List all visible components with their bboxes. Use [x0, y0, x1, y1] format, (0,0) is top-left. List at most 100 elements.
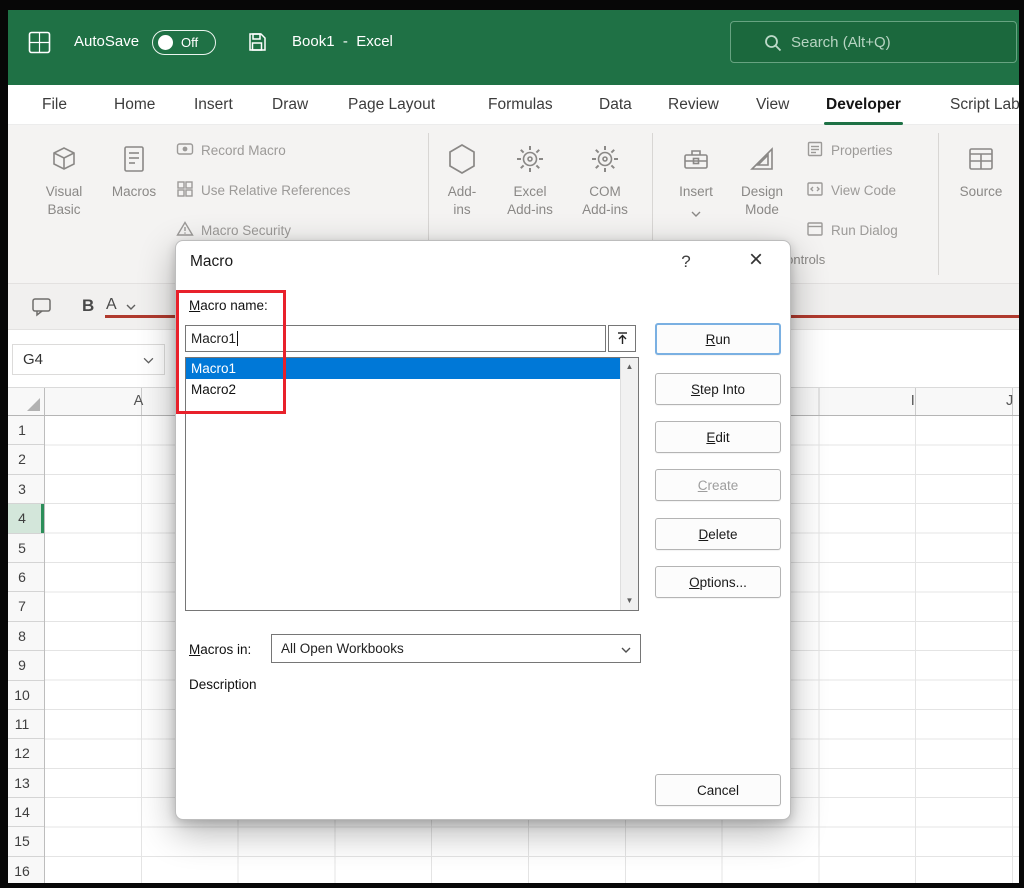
row-header-10[interactable]: 10 [0, 681, 44, 710]
row-header-7[interactable]: 7 [0, 592, 44, 621]
save-icon[interactable] [246, 31, 268, 58]
com-add-ins-button[interactable]: COM Add-ins [572, 135, 638, 257]
row-header-9[interactable]: 9 [0, 651, 44, 680]
select-all-triangle-icon [27, 398, 40, 411]
add-ins-hexagon-icon [443, 135, 481, 183]
search-box[interactable]: Search (Alt+Q) [730, 21, 1017, 63]
create-button[interactable]: Create [655, 469, 781, 501]
autosave-label: AutoSave [74, 33, 139, 50]
scroll-down-icon[interactable]: ▼ [621, 593, 638, 609]
chevron-down-icon[interactable] [126, 304, 136, 310]
tab-review[interactable]: Review [664, 85, 723, 125]
add-ins-button[interactable]: Add- ins [437, 135, 487, 257]
chevron-down-icon [621, 641, 631, 656]
row-header-13[interactable]: 13 [0, 769, 44, 798]
document-title: Book1 - Excel [292, 33, 393, 50]
delete-button[interactable]: Delete [655, 518, 781, 550]
options-button[interactable]: Options... [655, 566, 781, 598]
tab-draw[interactable]: Draw [268, 85, 312, 125]
arrow-up-from-line-button[interactable] [608, 325, 636, 352]
comment-icon[interactable] [30, 295, 54, 319]
tab-data[interactable]: Data [595, 85, 636, 125]
macros-in-dropdown[interactable]: All Open Workbooks [271, 634, 641, 663]
add-ins-label: Add- [448, 183, 477, 201]
row-header-4[interactable]: 4 [0, 504, 44, 533]
macros-in-label: Macros in: [189, 642, 251, 657]
insert-label: Insert [679, 183, 713, 201]
set-square-icon [745, 135, 779, 183]
visual-basic-icon [47, 135, 81, 183]
view-code-button[interactable]: View Code [806, 180, 896, 201]
column-header-j[interactable]: J [961, 388, 1024, 416]
source-label: Source [960, 183, 1003, 201]
com-add-ins-label: COM [589, 183, 621, 201]
row-header-15[interactable]: 15 [0, 827, 44, 856]
tab-insert[interactable]: Insert [190, 85, 237, 125]
select-all-corner[interactable] [0, 388, 45, 416]
tab-developer[interactable]: Developer [822, 85, 905, 125]
macros-button[interactable]: Macros [102, 135, 166, 257]
excel-add-ins-label: Excel [513, 183, 546, 201]
macros-in-value: All Open Workbooks [281, 641, 404, 656]
row-header-16[interactable]: 16 [0, 857, 44, 886]
autosave-toggle[interactable]: Off [152, 30, 216, 55]
record-macro-button[interactable]: Record Macro [176, 140, 286, 161]
bold-button[interactable]: B [82, 296, 94, 316]
dialog-window-icon [806, 220, 824, 241]
tab-view[interactable]: View [752, 85, 793, 125]
macro-security-button[interactable]: Macro Security [176, 220, 291, 241]
row-header-14[interactable]: 14 [0, 798, 44, 827]
run-button[interactable]: Run [655, 323, 781, 355]
properties-icon [806, 140, 824, 161]
search-placeholder: Search (Alt+Q) [791, 34, 891, 51]
list-scrollbar[interactable]: ▲ ▼ [620, 358, 638, 610]
tab-formulas[interactable]: Formulas [484, 85, 557, 125]
run-dialog-button[interactable]: Run Dialog [806, 220, 898, 241]
properties-button[interactable]: Properties [806, 140, 893, 161]
design-mode-label-2: Mode [745, 201, 779, 219]
toggle-knob-icon [158, 35, 173, 50]
name-box[interactable]: G4 [12, 344, 165, 375]
excel-add-ins-button[interactable]: Excel Add-ins [497, 135, 563, 257]
row-header-11[interactable]: 11 [0, 710, 44, 739]
relative-references-icon [176, 180, 194, 201]
edit-button[interactable]: Edit [655, 421, 781, 453]
macros-label: Macros [112, 183, 156, 201]
column-header-a[interactable]: A [90, 388, 187, 416]
excel-add-ins-label-2: Add-ins [507, 201, 553, 219]
help-button[interactable]: ? [676, 252, 696, 272]
properties-label: Properties [831, 143, 893, 158]
row-header-5[interactable]: 5 [0, 534, 44, 563]
group-separator [938, 133, 939, 275]
row-header-2[interactable]: 2 [0, 445, 44, 474]
tab-file[interactable]: File [38, 85, 71, 125]
toolbox-icon [679, 135, 713, 183]
gear-icon [588, 135, 622, 183]
close-icon[interactable]: × [744, 246, 768, 274]
visual-basic-button[interactable]: Visual Basic [32, 135, 96, 257]
description-label: Description [189, 677, 257, 692]
column-header-i[interactable]: I [864, 388, 961, 416]
row-header-8[interactable]: 8 [0, 622, 44, 651]
design-mode-button[interactable]: Design Mode [728, 135, 796, 257]
row-header-12[interactable]: 12 [0, 739, 44, 768]
use-relative-references-button[interactable]: Use Relative References [176, 180, 350, 201]
tab-script-lab[interactable]: Script Lab [946, 85, 1024, 125]
row-header-6[interactable]: 6 [0, 563, 44, 592]
code-window-icon [806, 180, 824, 201]
macros-icon [118, 135, 150, 183]
row-header-3[interactable]: 3 [0, 475, 44, 504]
source-window-icon [964, 135, 998, 183]
cancel-button[interactable]: Cancel [655, 774, 781, 806]
row-header-1[interactable]: 1 [0, 416, 44, 445]
step-into-button[interactable]: Step Into [655, 373, 781, 405]
annotation-rectangle [176, 290, 286, 414]
visual-basic-label-2: Basic [47, 201, 80, 219]
tab-page-layout[interactable]: Page Layout [344, 85, 439, 125]
scroll-up-icon[interactable]: ▲ [621, 359, 638, 375]
insert-control-button[interactable]: Insert [668, 135, 724, 257]
record-macro-icon [176, 140, 194, 161]
tab-home[interactable]: Home [110, 85, 159, 125]
search-icon [763, 33, 783, 57]
source-button[interactable]: Source [950, 135, 1012, 257]
